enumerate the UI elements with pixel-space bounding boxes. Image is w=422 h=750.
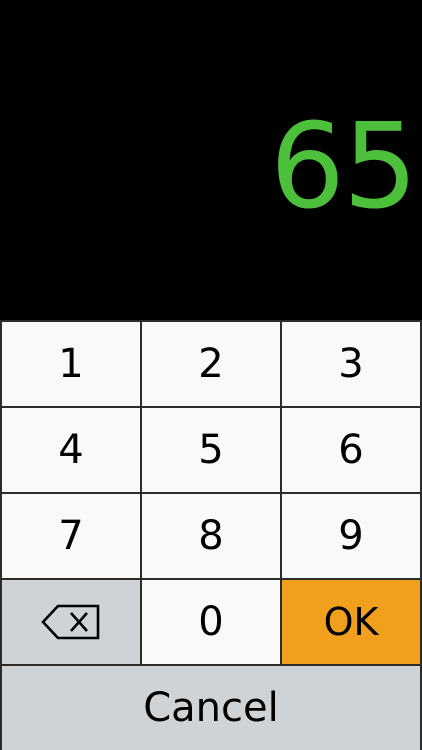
key-0-label: 0	[198, 599, 224, 645]
key-4[interactable]: 4	[2, 408, 140, 492]
key-0[interactable]: 0	[142, 580, 280, 664]
backspace-button[interactable]	[2, 580, 140, 664]
key-3-label: 3	[338, 341, 364, 387]
key-6[interactable]: 6	[282, 408, 420, 492]
key-5[interactable]: 5	[142, 408, 280, 492]
key-1-label: 1	[58, 341, 84, 387]
entered-value: 65	[269, 97, 418, 235]
key-7-label: 7	[58, 513, 84, 559]
backspace-icon	[40, 603, 102, 641]
key-9-label: 9	[338, 513, 364, 559]
ok-button[interactable]: OK	[282, 580, 420, 664]
key-5-label: 5	[198, 427, 224, 473]
value-display: 65	[0, 0, 422, 320]
key-2[interactable]: 2	[142, 322, 280, 406]
cancel-button[interactable]: Cancel	[2, 666, 420, 750]
key-7[interactable]: 7	[2, 494, 140, 578]
key-3[interactable]: 3	[282, 322, 420, 406]
key-1[interactable]: 1	[2, 322, 140, 406]
key-6-label: 6	[338, 427, 364, 473]
key-4-label: 4	[58, 427, 84, 473]
numeric-keypad: 1 2 3 4 5 6 7 8 9 0 OK Cancel	[0, 320, 422, 750]
cancel-button-label: Cancel	[143, 685, 279, 731]
key-8[interactable]: 8	[142, 494, 280, 578]
key-2-label: 2	[198, 341, 224, 387]
key-9[interactable]: 9	[282, 494, 420, 578]
ok-button-label: OK	[323, 600, 379, 644]
key-8-label: 8	[198, 513, 224, 559]
